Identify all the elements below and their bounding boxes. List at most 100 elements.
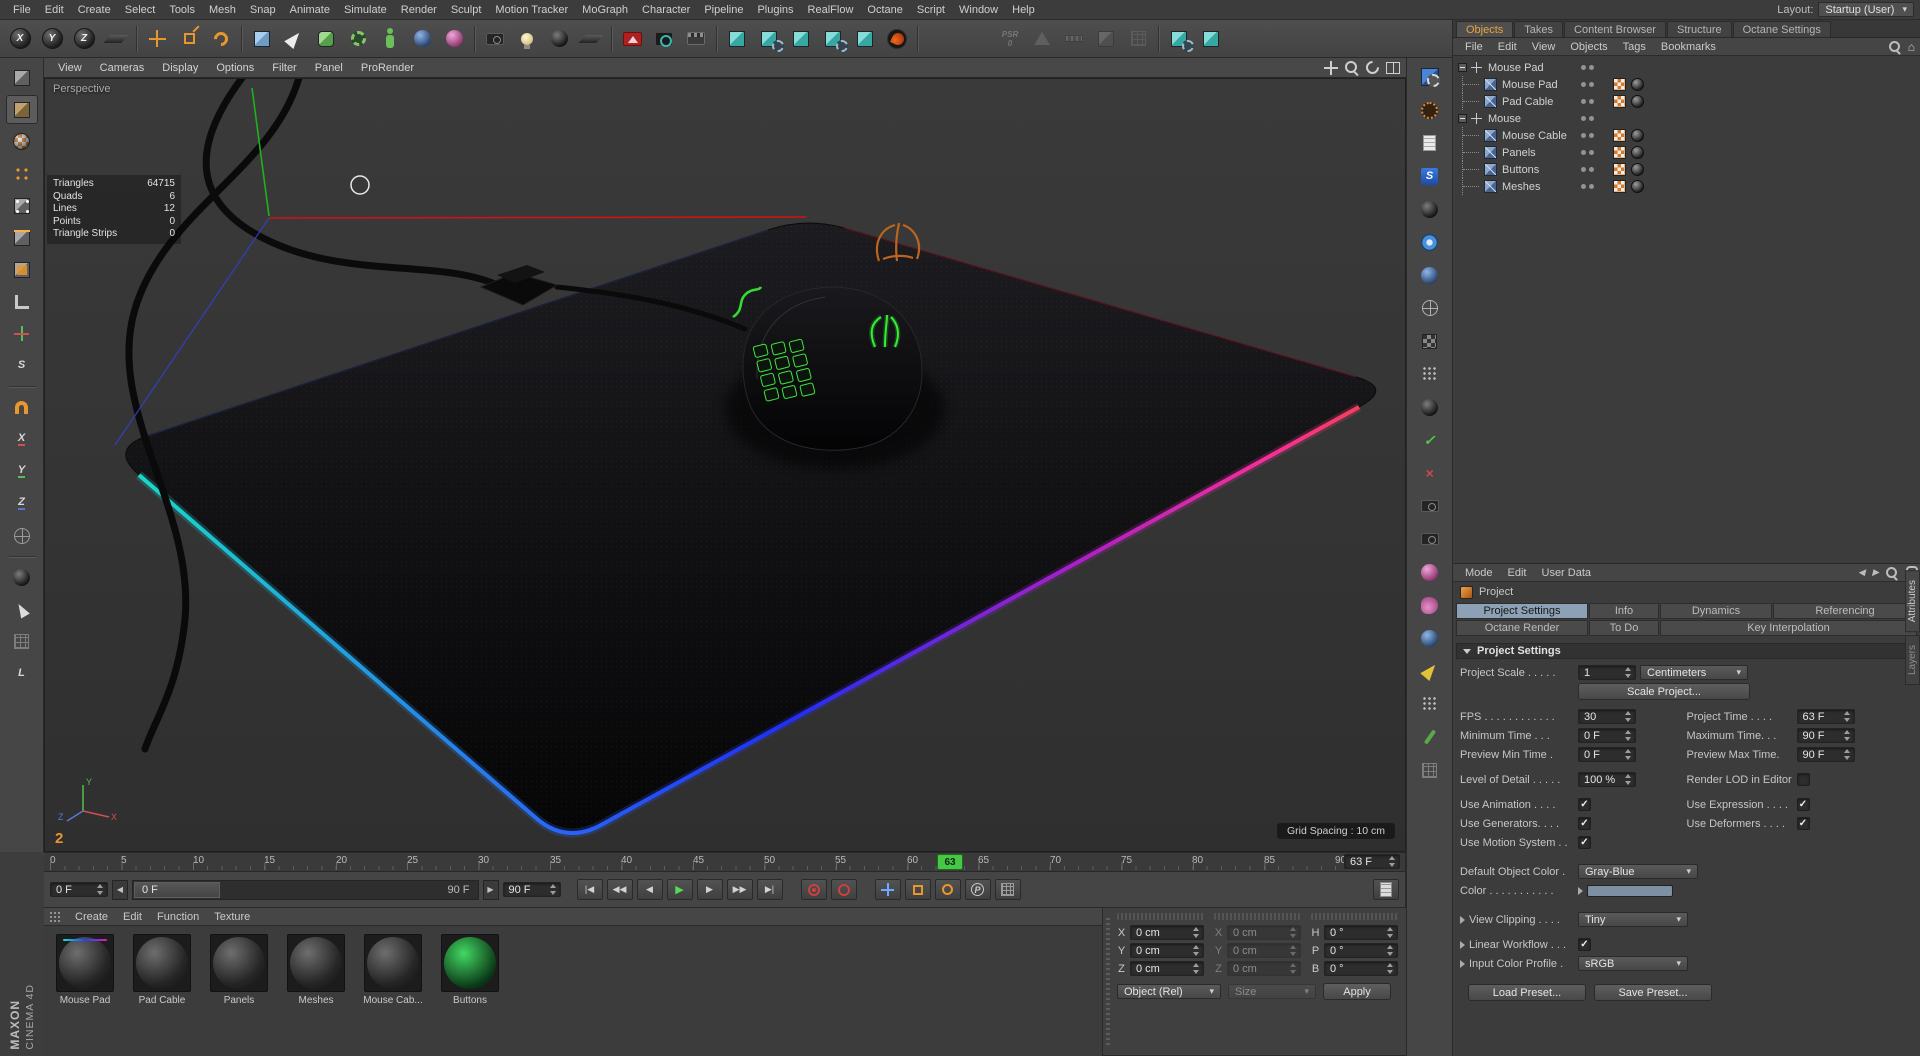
find-icon[interactable] (1886, 566, 1898, 579)
blue-sphere-button[interactable] (1414, 624, 1446, 652)
visibility-dots[interactable] (1581, 81, 1595, 88)
null-object-icon[interactable] (1470, 61, 1483, 74)
layout-select[interactable]: Startup (User) ▾ (1818, 2, 1914, 17)
next-key-button[interactable]: ▶▶ (726, 879, 753, 900)
autokey-button[interactable] (830, 879, 857, 900)
wire-sphere-button[interactable] (1414, 294, 1446, 322)
column-grip-icon[interactable] (1117, 913, 1204, 920)
project-settings-section-header[interactable]: Project Settings (1456, 643, 1917, 659)
dot-grid-button[interactable] (1414, 360, 1446, 388)
spinner-icon[interactable] (1386, 927, 1394, 938)
render-view-button[interactable] (617, 24, 647, 54)
script-document-button[interactable] (1414, 129, 1446, 157)
uvw-tag-icon[interactable] (1613, 129, 1626, 142)
maximum-time-input[interactable]: 90 F (1796, 728, 1855, 743)
record-position-toggle[interactable] (874, 879, 901, 900)
array-grid-button[interactable] (6, 627, 38, 656)
panel-grip-icon[interactable] (49, 910, 61, 923)
material-thumbnail[interactable] (133, 934, 191, 992)
workplane-mode-button[interactable] (6, 287, 38, 316)
slider-thumb[interactable]: 0 F (134, 881, 220, 898)
octane-material-button[interactable] (1164, 24, 1194, 54)
polygon-object-icon[interactable] (1484, 95, 1497, 108)
previous-frame-button[interactable]: ◀ (636, 879, 663, 900)
axis-modify-button[interactable] (1091, 24, 1121, 54)
confirm-button[interactable]: ✓ (1414, 426, 1446, 454)
polygon-object-icon[interactable] (1484, 163, 1497, 176)
polygon-object-icon[interactable] (1484, 146, 1497, 159)
spinner-icon[interactable] (1624, 730, 1632, 741)
tab-project-settings[interactable]: Project Settings (1456, 603, 1588, 619)
model-mode-button[interactable] (5, 95, 38, 124)
attr-menu-edit[interactable]: Edit (1501, 566, 1534, 580)
metaball-button[interactable] (407, 24, 437, 54)
axis-z-lock-button[interactable]: Z (69, 24, 99, 54)
menu-edit[interactable]: Edit (38, 2, 71, 18)
texture-tag-icon[interactable] (1631, 180, 1644, 193)
polygon-object-icon[interactable] (1484, 180, 1497, 193)
floor-button[interactable] (576, 24, 606, 54)
object-name[interactable]: Mouse Pad (1488, 62, 1544, 74)
axis-y-lock-button[interactable]: Y (37, 24, 67, 54)
tab-info[interactable]: Info (1589, 603, 1659, 619)
viewport-menu-options[interactable]: Options (208, 61, 262, 75)
tree-row-panels[interactable]: Panels (1453, 144, 1920, 161)
nav-forward-icon[interactable]: ▶ (1872, 567, 1879, 578)
tree-row-pad-cable[interactable]: Pad Cable (1453, 93, 1920, 110)
material-thumbnail[interactable] (364, 934, 422, 992)
character-button[interactable] (375, 24, 405, 54)
octane-light-button[interactable] (754, 24, 784, 54)
tree-row-mouse-null[interactable]: Mouse (1453, 110, 1920, 127)
texture-tag-icon[interactable] (1631, 163, 1644, 176)
linear-workflow-checkbox[interactable]: ✓ (1578, 938, 1591, 951)
tab-to-do[interactable]: To Do (1589, 620, 1659, 636)
color-swatch[interactable] (1587, 884, 1673, 897)
menu-script[interactable]: Script (910, 2, 952, 18)
null-object-icon[interactable] (1470, 112, 1483, 125)
texture-tag-icon[interactable] (1631, 129, 1644, 142)
subdivision-surface-button[interactable] (311, 24, 341, 54)
side-tab-attributes[interactable]: Attributes (1905, 570, 1920, 633)
use-animation-checkbox[interactable]: ✓ (1578, 798, 1591, 811)
make-editable-button[interactable] (6, 63, 38, 92)
tab-structure[interactable]: Structure (1666, 21, 1732, 37)
use-expression-checkbox[interactable]: ✓ (1796, 798, 1810, 811)
menu-pipeline[interactable]: Pipeline (697, 2, 750, 18)
size-y-field[interactable]: 0 cm (1227, 943, 1301, 958)
expander-icon[interactable] (1460, 959, 1465, 968)
menu-sculpt[interactable]: Sculpt (444, 2, 489, 18)
lock-y-button[interactable]: Y (6, 457, 38, 486)
octane-vdb-button[interactable] (850, 24, 880, 54)
tree-row-mouse-cable[interactable]: Mouse Cable (1453, 127, 1920, 144)
preview-min-input[interactable]: 0 F (1578, 747, 1636, 762)
object-name[interactable]: Mouse Cable (1502, 130, 1567, 142)
octane-texture-button[interactable] (1196, 24, 1226, 54)
material-menu-edit[interactable]: Edit (116, 910, 149, 924)
spinner-icon[interactable] (1843, 749, 1851, 760)
record-scale-toggle[interactable] (904, 879, 931, 900)
menu-mesh[interactable]: Mesh (202, 2, 243, 18)
object-name[interactable]: Mouse (1488, 113, 1521, 125)
om-menu-tags[interactable]: Tags (1616, 40, 1653, 54)
camera-label[interactable]: Perspective (53, 83, 110, 95)
column-grip-icon[interactable] (1214, 913, 1301, 920)
spinner-icon[interactable] (1624, 711, 1632, 722)
om-menu-bookmarks[interactable]: Bookmarks (1654, 40, 1723, 54)
play-button[interactable]: ▶ (666, 879, 693, 900)
material-thumbnail[interactable] (441, 934, 499, 992)
rotate-tool-button[interactable] (206, 24, 236, 54)
viewport-menu-view[interactable]: View (50, 61, 90, 75)
side-tab-layers[interactable]: Layers (1905, 635, 1920, 686)
octane-scatter-button[interactable] (818, 24, 848, 54)
spinner-icon[interactable] (1843, 711, 1851, 722)
rotation-h-field[interactable]: 0 ° (1324, 925, 1398, 940)
points-mode-button[interactable] (6, 191, 38, 220)
viewport-menu-prorender[interactable]: ProRender (353, 61, 422, 75)
rotation-p-field[interactable]: 0 ° (1324, 943, 1398, 958)
position-z-field[interactable]: 0 cm (1130, 961, 1204, 976)
spinner-icon[interactable] (549, 884, 557, 895)
material-thumbnail[interactable] (56, 934, 114, 992)
attr-menu-user-data[interactable]: User Data (1535, 566, 1599, 580)
octane-object-button[interactable] (722, 24, 752, 54)
spinner-icon[interactable] (1386, 963, 1394, 974)
